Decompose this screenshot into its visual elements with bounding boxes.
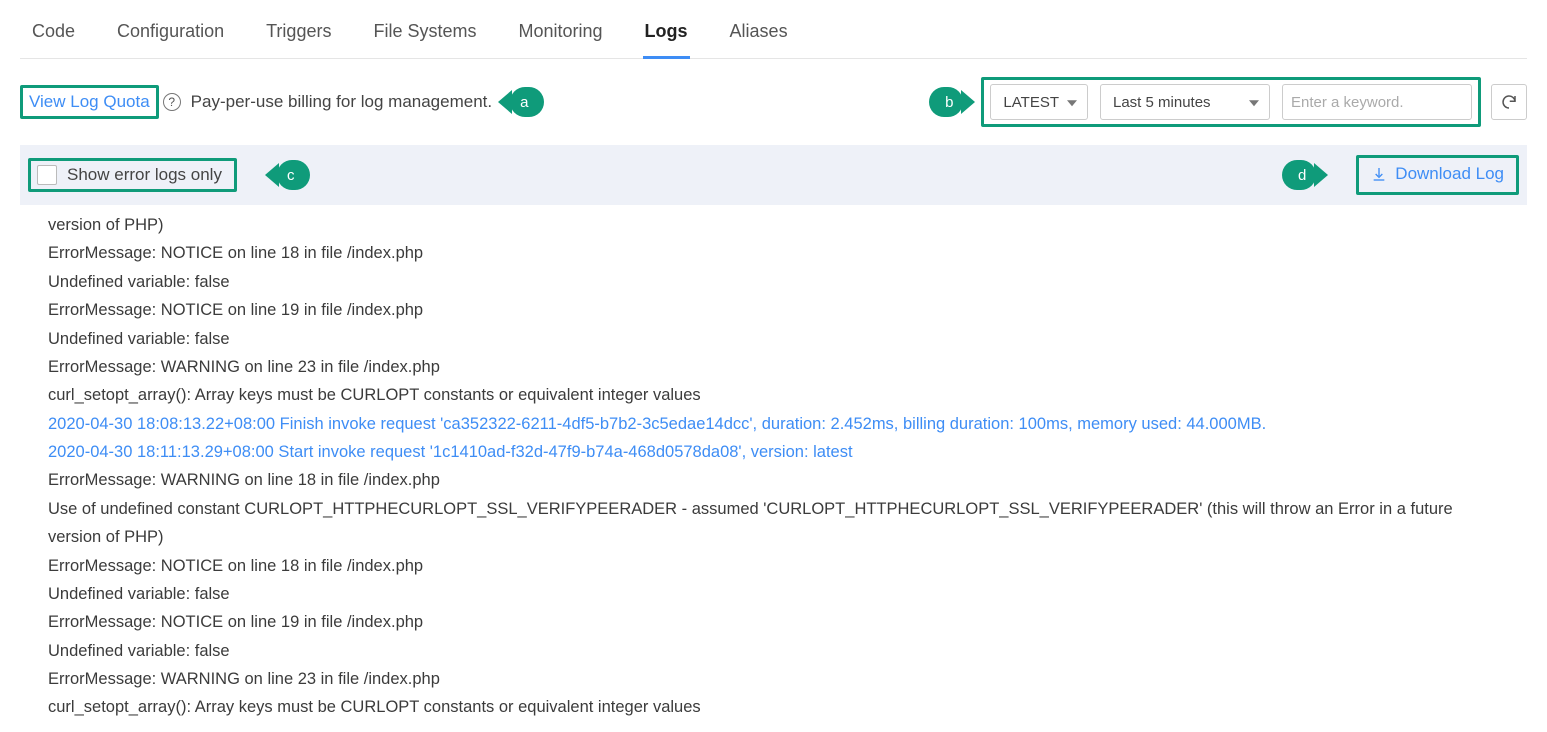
tab-logs[interactable]: Logs — [643, 21, 690, 59]
log-line: Undefined variable: false — [48, 637, 1499, 665]
log-line: ErrorMessage: NOTICE on line 19 in file … — [48, 296, 1499, 324]
time-range-select[interactable]: Last 5 minutes — [1100, 84, 1270, 120]
refresh-icon — [1500, 93, 1518, 111]
annotation-marker-a: a — [510, 87, 544, 117]
log-line: curl_setopt_array(): Array keys must be … — [48, 693, 1499, 721]
version-select-value: LATEST — [1003, 94, 1059, 111]
refresh-button[interactable] — [1491, 84, 1527, 120]
show-errors-checkbox[interactable] — [37, 165, 57, 185]
tab-aliases[interactable]: Aliases — [728, 21, 790, 59]
annotation-marker-b: b — [929, 87, 963, 117]
log-line: 2020-04-30 18:08:13.22+08:00 Finish invo… — [48, 410, 1499, 438]
log-line: Use of undefined constant CURLOPT_HTTPHE… — [48, 495, 1499, 552]
tab-file-systems[interactable]: File Systems — [371, 21, 478, 59]
version-select[interactable]: LATEST — [990, 84, 1088, 120]
search-input[interactable] — [1291, 94, 1490, 111]
tab-configuration[interactable]: Configuration — [115, 21, 226, 59]
annotation-box-filters: LATEST Last 5 minutes — [981, 77, 1481, 127]
download-icon — [1371, 166, 1387, 182]
log-line: ErrorMessage: NOTICE on line 19 in file … — [48, 608, 1499, 636]
annotation-box-show-errors: Show error logs only — [28, 158, 237, 192]
log-line: ErrorMessage: NOTICE on line 18 in file … — [48, 239, 1499, 267]
log-line: curl_setopt_array(): Array keys must be … — [48, 381, 1499, 409]
help-icon[interactable]: ? — [163, 93, 181, 111]
annotation-marker-d: d — [1282, 160, 1316, 190]
annotation-marker-c: c — [277, 160, 311, 190]
annotation-box-view-quota: View Log Quota — [20, 85, 159, 119]
log-line: ErrorMessage: WARNING on line 18 in file… — [48, 466, 1499, 494]
tab-triggers[interactable]: Triggers — [264, 21, 333, 59]
log-line: Undefined variable: false — [48, 325, 1499, 353]
log-line: ErrorMessage: WARNING on line 23 in file… — [48, 665, 1499, 693]
time-range-select-value: Last 5 minutes — [1113, 94, 1211, 111]
download-log-button[interactable]: Download Log — [1371, 164, 1504, 184]
tabs-bar: Code Configuration Triggers File Systems Mon… — [20, 0, 1527, 59]
billing-text: Pay-per-use billing for log management. — [191, 92, 492, 112]
view-log-quota-link[interactable]: View Log Quota — [29, 92, 150, 111]
tab-monitoring[interactable]: Monitoring — [517, 21, 605, 59]
log-line: ErrorMessage: NOTICE on line 18 in file … — [48, 552, 1499, 580]
log-line: ErrorMessage: WARNING on line 23 in file… — [48, 353, 1499, 381]
logs-header: Show error logs only c d Download Log — [20, 145, 1527, 205]
log-line: Undefined variable: false — [48, 268, 1499, 296]
log-line: 2020-04-30 18:11:13.29+08:00 Start invok… — [48, 438, 1499, 466]
annotation-box-download: Download Log — [1356, 155, 1519, 195]
log-line: Undefined variable: false — [48, 580, 1499, 608]
tab-code[interactable]: Code — [30, 21, 77, 59]
log-line: version of PHP) — [48, 211, 1499, 239]
logs-toolbar: View Log Quota ? Pay-per-use billing for… — [10, 59, 1537, 145]
download-log-label: Download Log — [1395, 164, 1504, 184]
log-output: version of PHP)ErrorMessage: NOTICE on l… — [20, 205, 1527, 732]
show-errors-label: Show error logs only — [67, 165, 222, 185]
search-field[interactable] — [1282, 84, 1472, 120]
